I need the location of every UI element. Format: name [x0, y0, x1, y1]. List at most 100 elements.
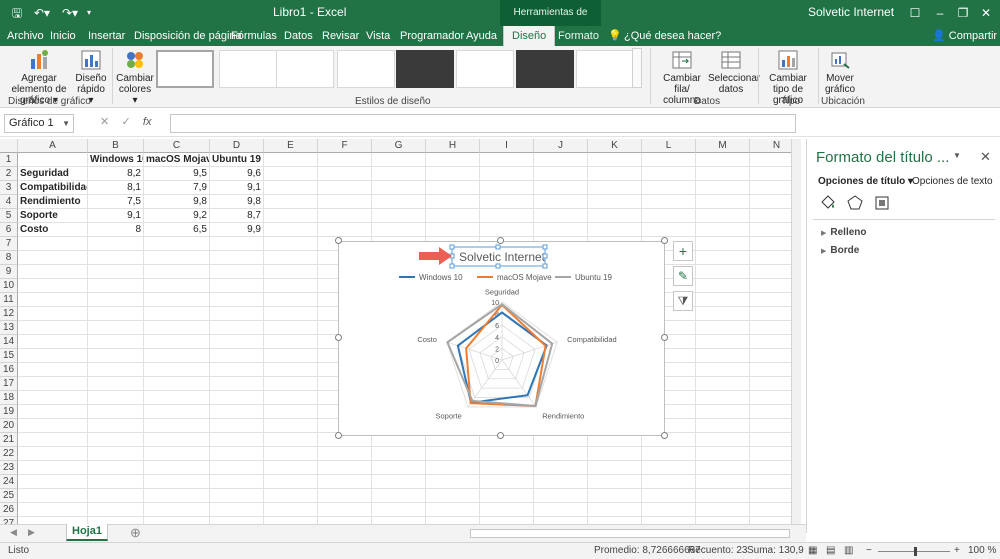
cell[interactable] — [696, 293, 750, 307]
cell[interactable] — [588, 167, 642, 181]
zoom-slider-thumb[interactable] — [914, 547, 917, 556]
cell[interactable] — [18, 237, 88, 251]
cell[interactable] — [372, 223, 426, 237]
tab-archivo[interactable]: Archivo — [7, 26, 44, 46]
cell[interactable] — [88, 517, 144, 524]
cell[interactable] — [696, 223, 750, 237]
cell[interactable] — [480, 517, 534, 524]
cell[interactable] — [144, 363, 210, 377]
cell[interactable] — [318, 447, 372, 461]
chart-style-1[interactable] — [156, 50, 214, 88]
cell[interactable] — [210, 475, 264, 489]
page-break-view-icon[interactable]: ▥ — [844, 543, 853, 559]
cell[interactable]: 9,1 — [88, 209, 144, 223]
cell[interactable]: 8,2 — [88, 167, 144, 181]
row-header-13[interactable]: 13 — [0, 321, 18, 335]
cancel-icon[interactable]: ✕ — [100, 116, 109, 128]
cell[interactable] — [144, 265, 210, 279]
cell[interactable] — [144, 447, 210, 461]
cell[interactable] — [144, 433, 210, 447]
tab-inicio[interactable]: Inicio — [50, 26, 76, 46]
cell[interactable] — [696, 433, 750, 447]
cell[interactable] — [144, 391, 210, 405]
move-chart-button[interactable]: Mover gráfico — [820, 49, 860, 95]
tab-vista[interactable]: Vista — [366, 26, 390, 46]
chart-style-8[interactable] — [576, 50, 634, 88]
ribbon-display-options-icon[interactable]: ☐ — [905, 3, 925, 23]
cell[interactable] — [144, 307, 210, 321]
row-header-3[interactable]: 3 — [0, 181, 18, 195]
cell[interactable] — [642, 489, 696, 503]
cell[interactable] — [18, 153, 88, 167]
column-header-b[interactable]: B — [88, 139, 144, 153]
cell[interactable] — [264, 349, 318, 363]
row-header-26[interactable]: 26 — [0, 503, 18, 517]
cell[interactable] — [426, 209, 480, 223]
cell[interactable] — [588, 209, 642, 223]
tab-title-options[interactable]: Opciones de título ▾ — [818, 176, 913, 187]
cell[interactable] — [534, 461, 588, 475]
redo-icon[interactable]: ↷▾ — [60, 4, 80, 22]
column-header-a[interactable]: A — [18, 139, 88, 153]
tab-datos[interactable]: Datos — [284, 26, 313, 46]
cell[interactable] — [696, 503, 750, 517]
cell[interactable] — [642, 447, 696, 461]
cell[interactable] — [264, 195, 318, 209]
cell[interactable] — [264, 503, 318, 517]
cell[interactable] — [264, 237, 318, 251]
cell[interactable] — [88, 391, 144, 405]
cell[interactable] — [88, 503, 144, 517]
page-layout-view-icon[interactable]: ▤ — [826, 543, 835, 559]
row-header-17[interactable]: 17 — [0, 377, 18, 391]
cell[interactable] — [264, 377, 318, 391]
cell[interactable] — [480, 209, 534, 223]
cell[interactable] — [144, 489, 210, 503]
cell[interactable] — [144, 279, 210, 293]
cell[interactable] — [372, 489, 426, 503]
cell[interactable]: 9,6 — [210, 167, 264, 181]
cell[interactable] — [210, 307, 264, 321]
cell[interactable] — [480, 223, 534, 237]
row-header-1[interactable]: 1 — [0, 153, 18, 167]
horizontal-scrollbar[interactable] — [470, 529, 790, 538]
cell[interactable] — [696, 489, 750, 503]
sheet-tab-hoja1[interactable]: Hoja1 — [66, 524, 108, 541]
cell[interactable] — [18, 461, 88, 475]
close-window-icon[interactable]: ✕ — [976, 3, 996, 23]
cell[interactable] — [480, 489, 534, 503]
cell[interactable] — [642, 209, 696, 223]
cell[interactable] — [210, 363, 264, 377]
cell[interactable] — [18, 447, 88, 461]
cell[interactable]: 9,2 — [144, 209, 210, 223]
chart-style-7[interactable] — [516, 50, 574, 88]
cell[interactable] — [264, 181, 318, 195]
cell[interactable] — [318, 503, 372, 517]
row-header-25[interactable]: 25 — [0, 489, 18, 503]
cell[interactable] — [88, 363, 144, 377]
cell[interactable] — [88, 349, 144, 363]
cell[interactable] — [144, 293, 210, 307]
cell[interactable] — [426, 503, 480, 517]
cell[interactable] — [18, 265, 88, 279]
zoom-in-icon[interactable]: + — [954, 543, 960, 559]
cell[interactable] — [588, 153, 642, 167]
resize-handle[interactable] — [497, 432, 504, 439]
cell[interactable] — [18, 363, 88, 377]
chart-style-2[interactable] — [219, 50, 277, 88]
cell[interactable] — [18, 405, 88, 419]
cell[interactable] — [144, 419, 210, 433]
cell[interactable] — [264, 363, 318, 377]
cell[interactable] — [696, 167, 750, 181]
cell[interactable] — [264, 335, 318, 349]
cell[interactable] — [426, 153, 480, 167]
cell[interactable] — [88, 433, 144, 447]
cell[interactable] — [588, 447, 642, 461]
tab-insertar[interactable]: Insertar — [88, 26, 125, 46]
tab-disposicion[interactable]: Disposición de página — [134, 26, 242, 46]
cell[interactable] — [372, 195, 426, 209]
cell[interactable] — [318, 223, 372, 237]
vertical-scrollbar[interactable] — [791, 139, 801, 524]
new-sheet-plus-icon[interactable]: ⊕ — [130, 525, 141, 541]
pane-options-chevron-icon[interactable]: ▼ — [953, 151, 961, 160]
cell[interactable] — [18, 489, 88, 503]
